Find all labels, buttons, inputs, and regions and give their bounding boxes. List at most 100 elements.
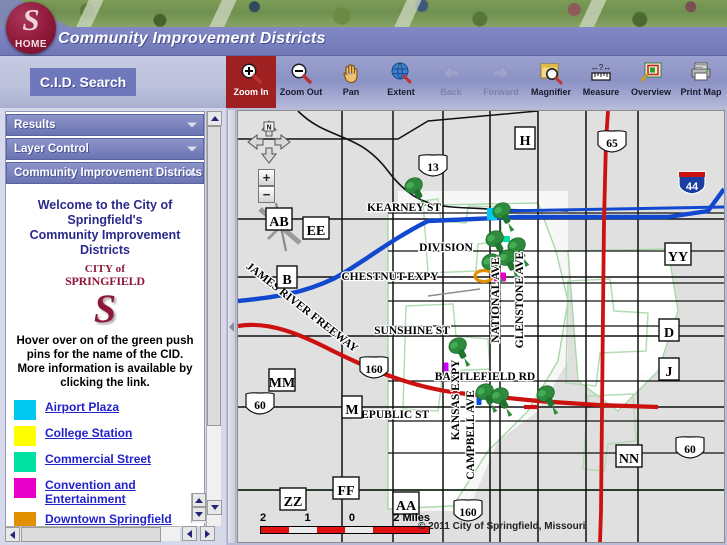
panel-horizontal-scrollbar[interactable] bbox=[5, 526, 191, 542]
svg-text:D: D bbox=[664, 326, 674, 341]
page-title: Community Improvement Districts bbox=[58, 30, 326, 47]
svg-text:160: 160 bbox=[459, 507, 477, 519]
panel-scroll-thumb[interactable] bbox=[207, 126, 221, 426]
tool-extent[interactable]: Extent bbox=[376, 56, 426, 108]
list-vertical-scrollbar[interactable] bbox=[191, 493, 206, 523]
city-logo-s-mark: S bbox=[93, 286, 117, 331]
svg-text:AB: AB bbox=[269, 215, 288, 230]
district-link[interactable]: Downtown Springfield bbox=[45, 512, 172, 526]
svg-text:NN: NN bbox=[619, 452, 639, 467]
tool-measure[interactable]: ↔?↔ Measure bbox=[576, 56, 626, 108]
tool-zoom-in[interactable]: Zoom In bbox=[226, 56, 276, 108]
district-list-item[interactable]: Convention and Entertainment bbox=[14, 478, 198, 506]
svg-text:13: 13 bbox=[427, 162, 439, 174]
district-list-item[interactable]: College Station bbox=[14, 426, 198, 446]
panel-hscroll-thumb[interactable] bbox=[21, 527, 161, 542]
cid-application: Community Improvement Districts S HOME C… bbox=[0, 0, 727, 545]
map-canvas[interactable]: KEARNEY ST DIVISION CHESTNUT EXPY SUNSHINE … bbox=[237, 110, 725, 543]
svg-text:FF: FF bbox=[337, 484, 354, 499]
accordion-label: Layer Control bbox=[14, 143, 89, 155]
overview-icon bbox=[639, 61, 663, 85]
svg-text:60: 60 bbox=[254, 400, 266, 412]
district-link[interactable]: Convention and Entertainment bbox=[45, 478, 198, 506]
city-of-springfield-logo: CITY of SPRINGFIELD S bbox=[12, 264, 198, 330]
tool-label: Back bbox=[440, 87, 462, 97]
svg-text:N: N bbox=[266, 125, 271, 132]
svg-text:NATIONAL AVE: NATIONAL AVE bbox=[490, 257, 502, 343]
panel-vertical-scrollbar[interactable] bbox=[206, 111, 222, 530]
accordion-header-results[interactable]: Results bbox=[6, 114, 204, 136]
svg-text:65: 65 bbox=[606, 138, 618, 150]
hand-icon bbox=[339, 61, 363, 85]
map-zoom-controls[interactable]: + − bbox=[258, 169, 275, 203]
svg-text:KANSAS EXPY: KANSAS EXPY bbox=[450, 359, 462, 441]
tool-magnifier[interactable]: Magnifier bbox=[526, 56, 576, 108]
svg-text:↔?↔: ↔?↔ bbox=[591, 63, 611, 72]
svg-text:KEARNEY ST: KEARNEY ST bbox=[367, 202, 441, 214]
scale-bar-graphic bbox=[260, 526, 430, 534]
tool-label: Zoom In bbox=[233, 87, 269, 97]
welcome-line-2: Community Improvement Districts bbox=[29, 228, 181, 257]
svg-text:M: M bbox=[345, 403, 358, 418]
district-color-swatch bbox=[14, 426, 36, 446]
panel-scroll-up-button[interactable] bbox=[207, 111, 222, 126]
list-horizontal-scrollbar[interactable] bbox=[180, 526, 222, 541]
district-link[interactable]: Airport Plaza bbox=[45, 400, 119, 414]
ruler-icon: ↔?↔ bbox=[589, 61, 613, 85]
svg-text:EE: EE bbox=[307, 224, 326, 239]
tool-print-map[interactable]: Print Map bbox=[676, 56, 726, 108]
panel-scroll-down-button[interactable] bbox=[207, 500, 222, 515]
tool-pan[interactable]: Pan bbox=[326, 56, 376, 108]
tool-label: Measure bbox=[582, 87, 620, 97]
welcome-heading: Welcome to the City of Springfield's Com… bbox=[14, 198, 196, 258]
svg-text:DIVISION: DIVISION bbox=[419, 242, 473, 254]
svg-text:44: 44 bbox=[686, 181, 699, 193]
svg-text:J: J bbox=[666, 365, 673, 380]
svg-text:H: H bbox=[520, 134, 531, 149]
list-scroll-right-button[interactable] bbox=[200, 526, 215, 541]
svg-text:MM: MM bbox=[269, 376, 295, 391]
list-scroll-down-button[interactable] bbox=[192, 507, 206, 521]
district-link[interactable]: Commercial Street bbox=[45, 452, 151, 466]
tool-label: Zoom Out bbox=[279, 87, 323, 97]
district-list-item[interactable]: Airport Plaza bbox=[14, 400, 198, 420]
pan-control[interactable]: N bbox=[246, 119, 292, 164]
accordion-label: Community Improvement Districts bbox=[14, 167, 202, 179]
pin-hover-hint: Hover over on of the green push pins for… bbox=[16, 335, 194, 389]
chevron-down-icon bbox=[187, 146, 197, 152]
panel-collapse-handle[interactable] bbox=[227, 110, 236, 543]
district-list: Airport Plaza College Station Commercial S… bbox=[12, 400, 198, 529]
district-color-swatch bbox=[14, 400, 36, 420]
home-logo-button[interactable]: S HOME bbox=[6, 2, 56, 54]
tool-zoom-out[interactable]: Zoom Out bbox=[276, 56, 326, 108]
panel-scroll-left-button[interactable] bbox=[5, 527, 20, 542]
chevron-up-icon bbox=[187, 170, 197, 176]
chevron-left-icon bbox=[229, 321, 234, 332]
zoom-in-icon bbox=[239, 61, 263, 85]
accordion-header-community-improvement-districts[interactable]: Community Improvement Districts bbox=[6, 162, 204, 184]
tool-label: Print Map bbox=[680, 87, 722, 97]
svg-text:CAMPBELL AVE: CAMPBELL AVE bbox=[465, 390, 477, 480]
tool-label: Magnifier bbox=[530, 87, 571, 97]
map-zoom-out-button[interactable]: − bbox=[258, 186, 275, 203]
district-link[interactable]: College Station bbox=[45, 426, 132, 440]
tool-overview[interactable]: Overview bbox=[626, 56, 676, 108]
svg-text:YY: YY bbox=[668, 250, 688, 265]
tool-label: Forward bbox=[483, 87, 519, 97]
list-scroll-up-button[interactable] bbox=[192, 493, 206, 507]
district-list-item[interactable]: Commercial Street bbox=[14, 452, 198, 472]
map-copyright: © 2011 City of Springfield, Missouri bbox=[418, 521, 586, 532]
map-zoom-in-button[interactable]: + bbox=[258, 169, 275, 186]
list-scroll-left-button[interactable] bbox=[182, 526, 197, 541]
accordion-header-layer-control[interactable]: Layer Control bbox=[6, 138, 204, 160]
tool-label: Pan bbox=[342, 87, 360, 97]
home-label: HOME bbox=[15, 39, 47, 50]
svg-text:60: 60 bbox=[684, 444, 696, 456]
springfield-s-mark: S bbox=[22, 2, 40, 37]
cid-search-tab[interactable]: C.I.D. Search bbox=[30, 68, 136, 96]
district-color-swatch bbox=[14, 478, 36, 498]
welcome-line-1: Welcome to the City of Springfield's bbox=[37, 198, 173, 227]
accordion-label: Results bbox=[14, 119, 56, 131]
left-panel: Results Layer Control Community Improvemen… bbox=[0, 108, 226, 545]
svg-text:GLENSTONE AVE: GLENSTONE AVE bbox=[514, 251, 526, 348]
